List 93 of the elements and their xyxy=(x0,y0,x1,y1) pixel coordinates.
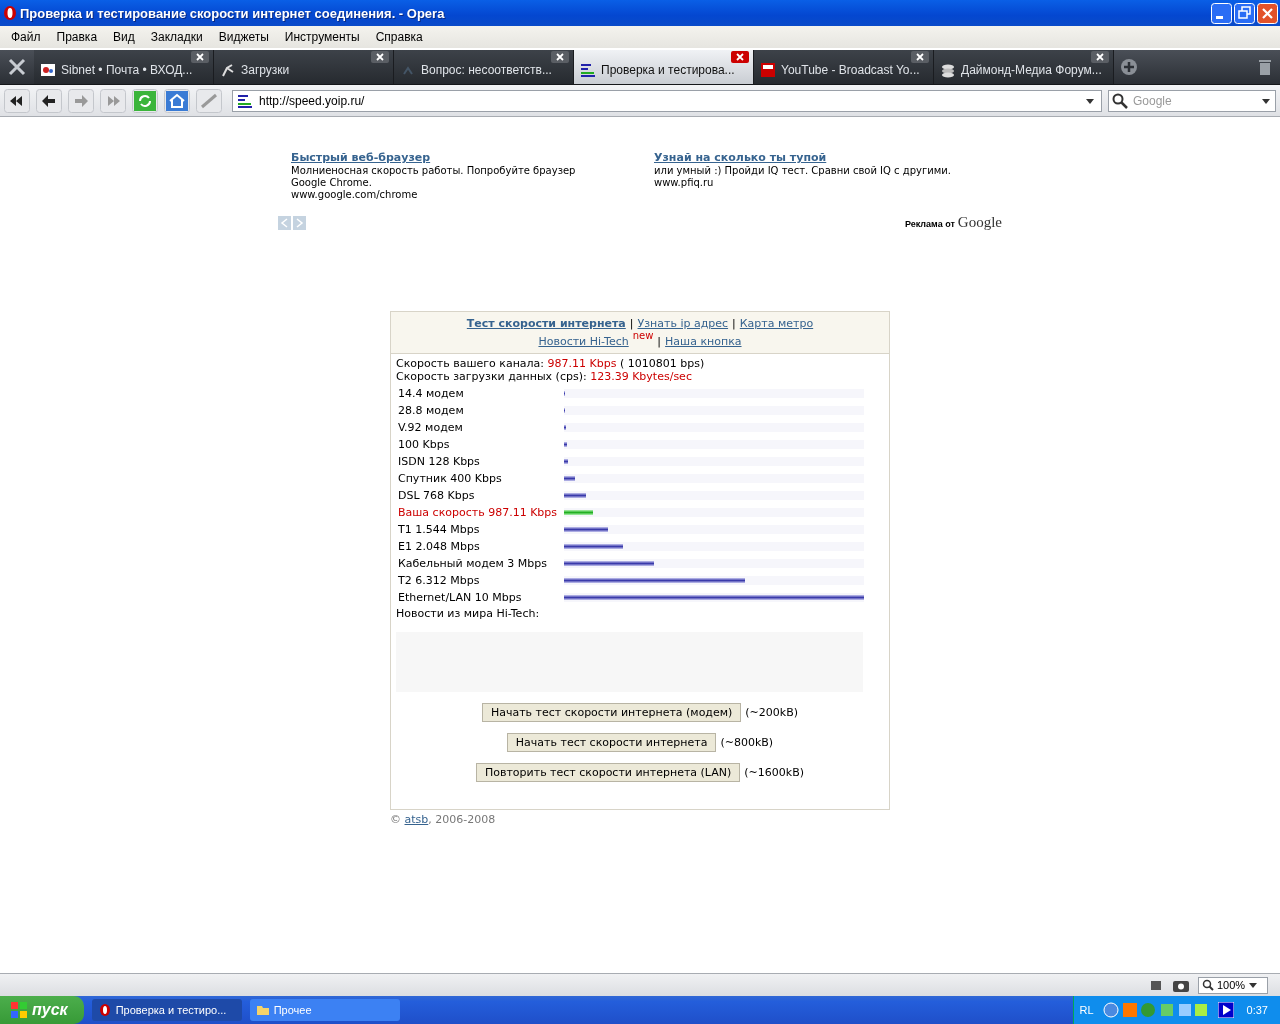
size-note: (~200kB) xyxy=(745,706,799,719)
start-test-button[interactable]: Начать тест скорости интернета xyxy=(506,733,717,752)
speed-label: Ваша скорость 987.11 Kbps xyxy=(398,505,559,521)
speed-label: ISDN 128 Kbps xyxy=(398,454,481,470)
separator: | xyxy=(732,316,736,332)
separator: | xyxy=(657,334,662,350)
taskbar-button[interactable]: Проверка и тестиро... xyxy=(91,999,242,1021)
start-test-button[interactable]: Повторить тест скорости интернета (LAN) xyxy=(475,763,741,782)
browser-tab[interactable]: Вопрос: несоответств... xyxy=(394,50,574,84)
reload-icon[interactable] xyxy=(132,88,158,113)
close-icon[interactable] xyxy=(371,51,389,63)
taskbar-button[interactable]: Прочее xyxy=(249,999,400,1021)
speed-label: Спутник 400 Kbps xyxy=(398,471,503,487)
restore-icon[interactable] xyxy=(1234,2,1255,24)
nav-link[interactable]: Карта метро xyxy=(739,315,814,333)
home-icon[interactable] xyxy=(164,88,190,113)
dropdown-caret-icon xyxy=(1248,980,1259,990)
menu-item[interactable]: Закладки xyxy=(142,30,211,44)
menu-item[interactable]: Правка xyxy=(48,30,106,44)
ad-link[interactable]: Быстрый веб-браузер xyxy=(291,151,431,164)
menu-item[interactable]: Виджеты xyxy=(210,30,277,44)
speed-label: DSL 768 Kbps xyxy=(398,488,476,504)
close-icon[interactable] xyxy=(1091,51,1109,63)
play-icon[interactable] xyxy=(1217,1002,1234,1018)
nav-link[interactable]: Узнать ip адрес xyxy=(637,315,729,333)
close-icon[interactable] xyxy=(731,51,749,63)
ads-by-label: Реклама от xyxy=(904,219,955,229)
zoom-field[interactable]: 100% xyxy=(1198,976,1268,994)
result-line: Скорость загрузки данных (cps): 123.39 Kbytes/sec xyxy=(396,370,693,383)
fast-forward-icon[interactable] xyxy=(100,88,126,113)
speed-label: 100 Kbps xyxy=(398,437,451,453)
speed-label: 28.8 модем xyxy=(398,403,465,419)
nav-link[interactable]: Тест скорости интернета xyxy=(466,315,626,333)
minimize-icon[interactable] xyxy=(1211,2,1232,24)
speed-label: E1 2.048 Mbps xyxy=(398,539,481,555)
folder-icon xyxy=(255,1003,270,1017)
news-heading: Новости из мира Hi-Tech: xyxy=(395,606,541,621)
ad-text: www.google.com/chrome xyxy=(291,189,418,201)
tab-label: Вопрос: несоответств... xyxy=(421,63,552,77)
tab-label: YouTube - Broadcast Yo... xyxy=(781,63,920,77)
separator: | xyxy=(629,316,634,332)
browser-tab[interactable]: Sibnet • Почта • ВХОД... xyxy=(34,50,214,84)
clock: 0:37 xyxy=(1246,1004,1268,1016)
speed-label: V.92 модем xyxy=(398,420,464,436)
close-icon[interactable] xyxy=(911,51,929,63)
close-icon[interactable] xyxy=(551,51,569,63)
speed-label: 14.4 модем xyxy=(398,386,465,402)
ad-text: www.pfiq.ru xyxy=(654,177,714,189)
close-icon[interactable] xyxy=(1257,2,1278,24)
stack-icon xyxy=(940,62,956,78)
close-icon[interactable] xyxy=(191,51,209,63)
speed-label: T1 1.544 Mbps xyxy=(398,522,481,538)
size-note: (~1600kB) xyxy=(744,766,804,779)
footer-years: , 2006-2008 xyxy=(428,813,496,826)
copyright-sign: © xyxy=(390,813,401,826)
menu-item[interactable]: Справка xyxy=(367,30,431,44)
tab-label: Sibnet • Почта • ВХОД... xyxy=(61,63,193,77)
address-field[interactable]: http://speed.yoip.ru/ xyxy=(232,89,1102,112)
windows-logo-icon xyxy=(10,1001,28,1019)
speed-label: Кабельный модем 3 Mbps xyxy=(398,556,548,572)
browser-tab[interactable]: Даймонд-Медиа Форум... xyxy=(934,50,1114,84)
nav-link[interactable]: Наша кнопка xyxy=(665,333,742,351)
menu-item[interactable]: Файл xyxy=(3,30,49,44)
plus-icon[interactable] xyxy=(1120,58,1138,76)
ad-text: Молниеносная скорость работы. Попробуйте браузер xyxy=(291,165,576,177)
ad-text: Google Chrome. xyxy=(291,177,372,189)
ad-text: или умный :) Пройди IQ тест. Сравни свой IQ с другими. xyxy=(654,165,951,177)
bars-icon xyxy=(580,62,596,78)
menu-item[interactable]: Вид xyxy=(105,30,143,44)
tab-label: Проверка и тестирова... xyxy=(601,63,735,77)
opera-logo-icon xyxy=(3,5,17,21)
browser-tab[interactable]: Проверка и тестирова... xyxy=(574,50,754,84)
browser-tab[interactable]: YouTube - Broadcast Yo... xyxy=(754,50,934,84)
search-icon xyxy=(1112,92,1128,109)
browser-tab[interactable]: Загрузки xyxy=(214,50,394,84)
trash-icon[interactable] xyxy=(1258,58,1272,76)
nav-link[interactable]: Новости Hi-Tech xyxy=(538,333,629,351)
tab-label: Даймонд-Медиа Форум... xyxy=(961,63,1102,77)
result-line: Скорость вашего канала: 987.11 Kbps ( 1010801 bps) xyxy=(396,357,706,370)
new-label: new xyxy=(632,330,654,343)
rewind-icon[interactable] xyxy=(4,88,30,113)
speed-label: Ethernet/LAN 10 Mbps xyxy=(398,590,523,606)
menu-item[interactable]: Инструменты xyxy=(276,30,368,44)
search-icon xyxy=(1202,979,1214,991)
search-field[interactable]: Google xyxy=(1108,89,1276,112)
speed-label: T2 6.312 Mbps xyxy=(398,573,481,589)
size-note: (~800kB) xyxy=(720,736,774,749)
start-test-button[interactable]: Начать тест скорости интернета (модем) xyxy=(481,703,742,722)
window-title: Проверка и тестирование скорости интернет соединения. - Opera xyxy=(20,5,446,21)
tab-label: Загрузки xyxy=(241,63,290,77)
ad-link[interactable]: Узнай на сколько ты тупой xyxy=(654,151,827,164)
google-wordmark: Google xyxy=(957,214,1002,231)
opera-logo-icon xyxy=(97,1003,112,1017)
